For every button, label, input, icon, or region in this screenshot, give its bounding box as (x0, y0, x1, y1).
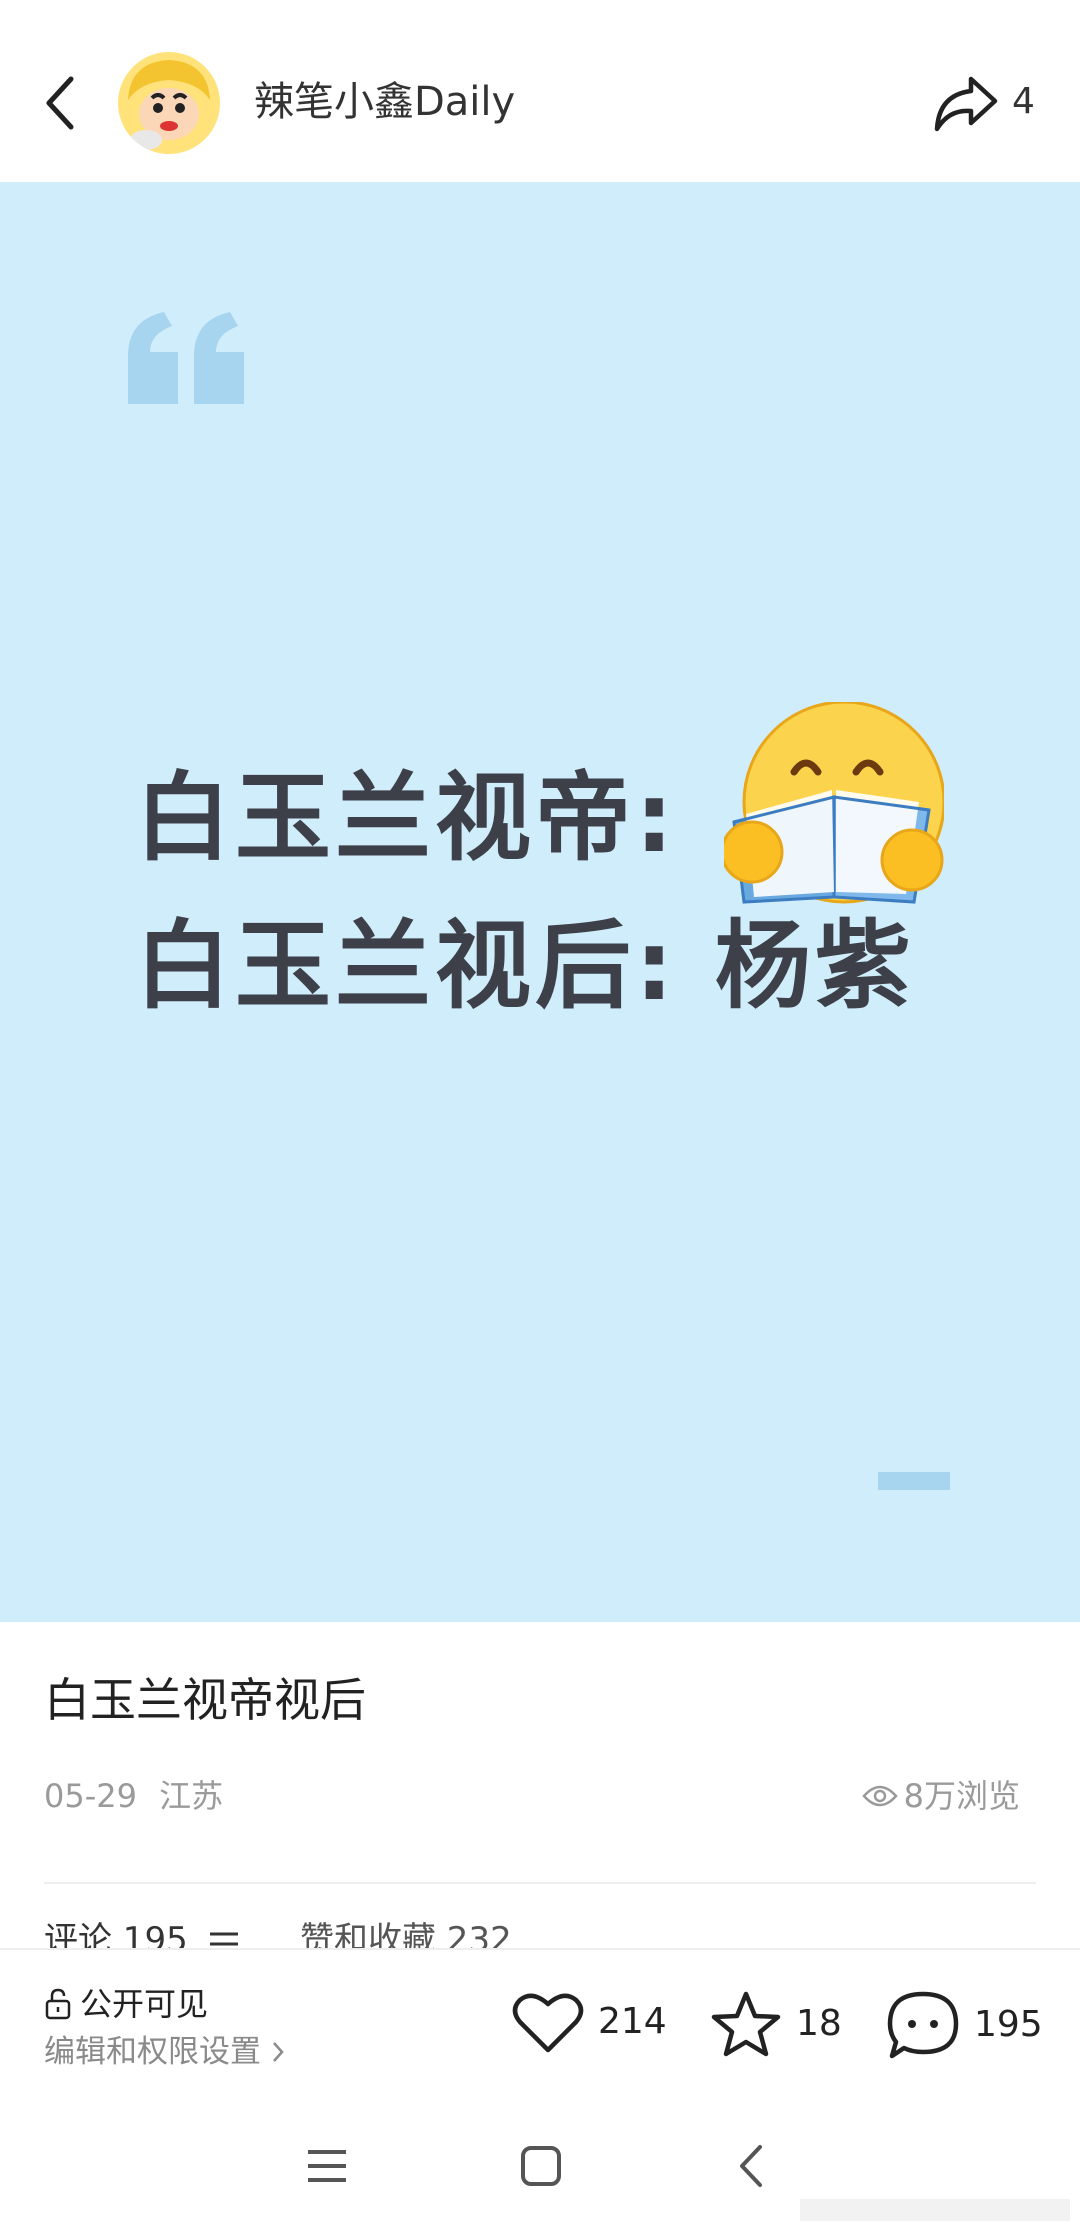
visibility-label: 公开可见 (80, 1985, 209, 2023)
favorite-count: 18 (796, 2003, 842, 2044)
comment-button[interactable]: 195 (886, 1990, 1043, 2060)
post-image[interactable]: 白玉兰视帝: 白玉兰视后: 杨紫 (0, 182, 1080, 1622)
bottom-action-bar: 公开可见 编辑和权限设置 214 18 195 (0, 1948, 1080, 2080)
tab-comments[interactable]: 评论 195 (44, 1918, 188, 1948)
divider (44, 1882, 1036, 1884)
star-icon (711, 1991, 781, 2057)
share-arrow-icon (934, 76, 998, 132)
visibility-status[interactable]: 公开可见 (44, 1984, 208, 2024)
like-count: 214 (598, 2001, 667, 2042)
share-button[interactable] (930, 68, 1002, 138)
post-title: 白玉兰视帝视后 (44, 1673, 366, 1727)
comment-tabs: 评论 195 赞和收藏 232 (44, 1918, 1036, 1948)
permission-settings-link[interactable]: 编辑和权限设置 (44, 2032, 285, 2072)
headline-line-2: 白玉兰视后: 杨紫 (135, 910, 915, 1022)
recent-apps-icon (308, 2150, 346, 2182)
lock-icon (45, 1988, 71, 2020)
post-date: 05-29 (44, 1777, 137, 1815)
decorative-dash (878, 1472, 950, 1490)
permission-label: 编辑和权限设置 (44, 2034, 261, 2070)
sort-icon[interactable] (206, 1928, 242, 1948)
tab-likes-favorites[interactable]: 赞和收藏 232 (300, 1918, 512, 1948)
system-back-button[interactable] (716, 2136, 786, 2196)
favorite-button[interactable]: 18 (710, 1990, 842, 2058)
headline-line-1: 白玉兰视帝: (135, 762, 678, 874)
heart-icon (512, 1993, 584, 2053)
post-header: 辣笔小鑫Daily 4 (0, 0, 1080, 182)
comment-count: 195 (974, 2004, 1043, 2045)
share-count: 4 (1012, 81, 1035, 122)
post-location: 江苏 (159, 1777, 224, 1815)
home-button[interactable] (506, 2136, 576, 2196)
post-meta: 05-29 江苏 (44, 1776, 223, 1816)
home-icon (521, 2146, 561, 2186)
chevron-left-icon (46, 76, 74, 130)
view-count-label: 8万浏览 (903, 1777, 1020, 1815)
recent-apps-button[interactable] (292, 2136, 362, 2196)
comment-bubble-icon (887, 1991, 959, 2059)
reading-book-emoji-icon (724, 702, 944, 904)
eye-icon (861, 1785, 898, 1807)
watermark-icon (800, 2199, 1070, 2221)
system-nav-bar (0, 2080, 1080, 2235)
back-button[interactable] (34, 68, 84, 138)
author-name[interactable]: 辣笔小鑫Daily (254, 76, 515, 128)
back-icon (740, 2145, 762, 2187)
author-avatar[interactable] (118, 52, 220, 154)
chevron-right-icon (273, 2042, 284, 2062)
view-count: 8万浏览 (861, 1776, 1020, 1816)
like-button[interactable]: 214 (512, 1990, 667, 2054)
quote-mark-icon (128, 312, 244, 404)
